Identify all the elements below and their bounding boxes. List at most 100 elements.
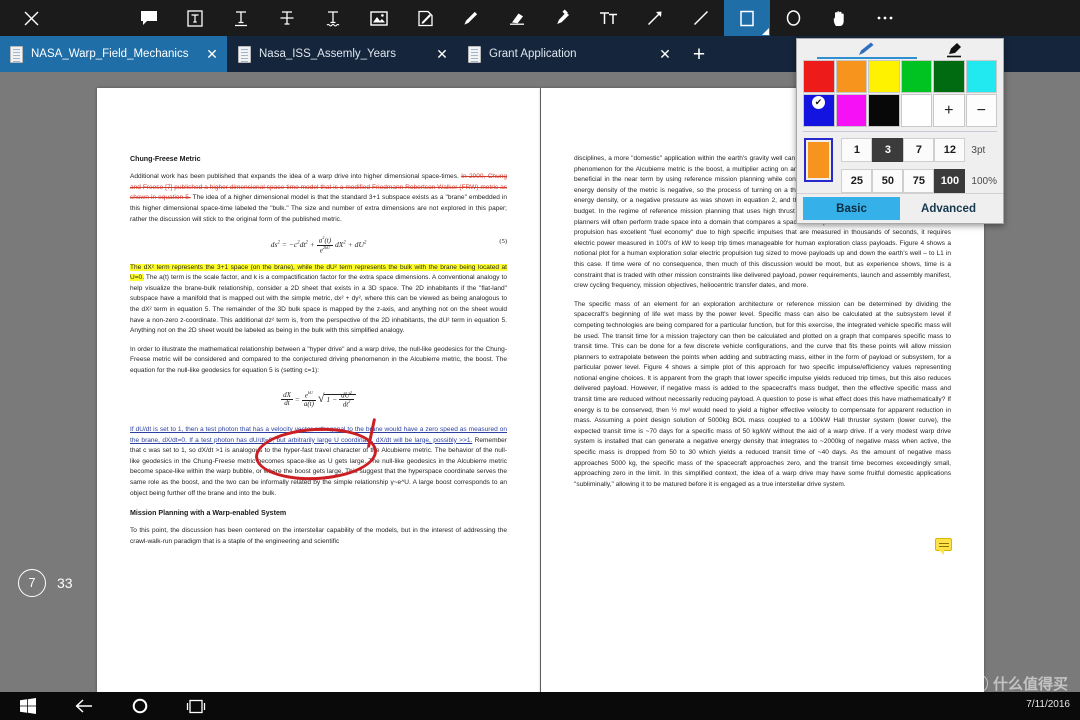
swatch-orange[interactable] <box>835 60 867 93</box>
size-option-3[interactable]: 3 <box>872 138 904 162</box>
text-underline-icon[interactable] <box>218 0 264 36</box>
paragraph-text: Additional work has been published that … <box>130 173 462 181</box>
tab-label: Grant Application <box>489 48 577 60</box>
tab-close-icon[interactable]: ✕ <box>431 47 453 61</box>
color-row-2: ✔ + − <box>803 94 997 127</box>
equation-number: (5) <box>499 238 507 246</box>
line-icon[interactable] <box>678 0 724 36</box>
opacity-option-100[interactable]: 100 <box>934 169 966 193</box>
annotation-toolbar <box>0 0 1080 36</box>
more-icon[interactable] <box>862 0 908 36</box>
text-squiggly-icon[interactable] <box>310 0 356 36</box>
ellipse-icon[interactable] <box>770 0 816 36</box>
eraser-icon[interactable] <box>494 0 540 36</box>
paragraph-text: The a(t) term is the scale factor, and k… <box>130 274 507 335</box>
section-heading-2: Mission Planning with a Warp-enabled Sys… <box>130 509 287 518</box>
document-icon <box>468 45 481 63</box>
color-preview-swatch <box>804 138 834 182</box>
opacity-option-25[interactable]: 25 <box>841 169 873 193</box>
sticky-note-annotation[interactable] <box>935 538 952 555</box>
pen-tool-tab[interactable] <box>817 40 917 59</box>
paragraph: If dU/dt is set to 1, then a test photon… <box>130 425 507 499</box>
swatch-dark-green[interactable] <box>933 60 965 93</box>
tab-label: NASA_Warp_Field_Mechanics <box>31 48 189 60</box>
picker-mode-buttons: Basic Advanced <box>797 193 1003 223</box>
underlined-text: If dU/dt is set to 1, then a test photon… <box>130 425 507 444</box>
tab-nasa-warp-field-mechanics[interactable]: NASA_Warp_Field_Mechanics ✕ <box>0 36 227 72</box>
swatch-cyan[interactable] <box>965 60 997 93</box>
text-box-icon[interactable] <box>172 0 218 36</box>
taskbar-clock[interactable]: 7/11/2016 <box>1026 699 1070 710</box>
new-tab-button[interactable]: + <box>682 36 716 72</box>
size-option-7[interactable]: 7 <box>903 138 935 162</box>
size-value-label: 3pt <box>971 144 986 156</box>
swatch-green[interactable] <box>900 60 932 93</box>
site-watermark: 值 什么值得买 <box>968 673 1068 694</box>
section-heading: Chung-Freese Metric <box>130 155 201 163</box>
color-row-1 <box>803 60 997 93</box>
preview-fill <box>808 142 830 178</box>
paragraph-text: Remember that c was set to 1, so dX/dt >… <box>130 436 507 497</box>
picker-settings-row: 1 3 7 12 3pt 25 50 75 100 100% <box>797 132 1003 200</box>
task-view-icon[interactable] <box>168 692 224 720</box>
arrow-icon[interactable] <box>632 0 678 36</box>
windows-start-icon[interactable] <box>0 692 56 720</box>
tab-label: Nasa_ISS_Assemly_Years <box>259 48 397 60</box>
total-pages: 33 <box>57 575 73 591</box>
swatch-black[interactable] <box>868 94 900 127</box>
watermark-text: 什么值得买 <box>992 675 1068 693</box>
tab-close-icon[interactable]: ✕ <box>654 47 676 61</box>
swatch-red[interactable] <box>803 60 835 93</box>
page-left: Chung-Freese Metric Additional work has … <box>97 88 540 692</box>
paragraph: The specific mass of an element for an e… <box>574 300 951 488</box>
cortana-circle-icon[interactable] <box>112 692 168 720</box>
opacity-value-label: 100% <box>971 175 997 187</box>
tab-close-icon[interactable]: ✕ <box>201 47 223 61</box>
size-and-opacity: 1 3 7 12 3pt 25 50 75 100 100% <box>841 138 997 200</box>
swatch-yellow[interactable] <box>868 60 900 93</box>
swatch-magenta[interactable] <box>835 94 867 127</box>
back-arrow-icon[interactable] <box>56 692 112 720</box>
windows-taskbar: 7/11/2016 <box>0 692 1080 720</box>
text-strikethrough-icon[interactable] <box>264 0 310 36</box>
watermark-badge: 值 <box>968 674 988 693</box>
ink-color-picker-flyout[interactable]: ✔ + − 1 3 7 12 3pt 25 50 75 100 100% Bas… <box>796 38 1004 224</box>
current-page[interactable]: 7 <box>18 569 46 597</box>
stroke-size-row: 1 3 7 12 3pt <box>841 138 997 162</box>
paragraph: In order to illustrate the mathematical … <box>130 345 507 374</box>
size-option-12[interactable]: 12 <box>934 138 966 162</box>
paragraph: Additional work has been published that … <box>130 172 507 225</box>
paragraph: The dX² term represents the 3+1 space (o… <box>130 263 507 337</box>
opacity-row: 25 50 75 100 100% <box>841 169 997 193</box>
opacity-option-50[interactable]: 50 <box>872 169 904 193</box>
pdf-annotator-window: NASA_Warp_Field_Mechanics ✕ Nasa_ISS_Ass… <box>0 0 1080 720</box>
remove-color-button[interactable]: − <box>965 94 997 127</box>
image-stamp-icon[interactable] <box>356 0 402 36</box>
page-counter: 7 33 <box>18 569 73 597</box>
advanced-mode-button[interactable]: Advanced <box>900 197 997 220</box>
typewriter-icon[interactable] <box>586 0 632 36</box>
close-icon[interactable] <box>8 0 54 36</box>
equation-5: ds2 = −c2dt2 + a2(t) e2kU dX2 + dU2 (5) <box>270 235 507 255</box>
swatch-white[interactable] <box>900 94 932 127</box>
signature-icon[interactable] <box>402 0 448 36</box>
tab-nasa-iss-assembly-years[interactable]: Nasa_ISS_Assemly_Years ✕ <box>228 36 457 72</box>
basic-mode-button[interactable]: Basic <box>803 197 900 220</box>
highlighter-tool-tab[interactable] <box>919 40 989 59</box>
swatch-blue[interactable]: ✔ <box>803 94 835 127</box>
rectangle-icon[interactable] <box>724 0 770 36</box>
comment-icon[interactable] <box>126 0 172 36</box>
document-icon <box>238 45 251 63</box>
highlighter-icon[interactable] <box>540 0 586 36</box>
opacity-option-75[interactable]: 75 <box>903 169 935 193</box>
hand-icon[interactable] <box>816 0 862 36</box>
pen-icon[interactable] <box>448 0 494 36</box>
tab-grant-application[interactable]: Grant Application ✕ <box>458 36 680 72</box>
equation-geodesic: dX dt = ekU a(t) √ 1 − dU2 dt2 <box>130 390 507 409</box>
note-lines <box>939 543 949 544</box>
swatch-selected-check: ✔ <box>812 96 825 109</box>
add-color-button[interactable]: + <box>933 94 965 127</box>
paragraph: To this point, the discussion has been c… <box>130 527 507 545</box>
color-swatch-grid: ✔ + − <box>797 59 1003 127</box>
size-option-1[interactable]: 1 <box>841 138 873 162</box>
